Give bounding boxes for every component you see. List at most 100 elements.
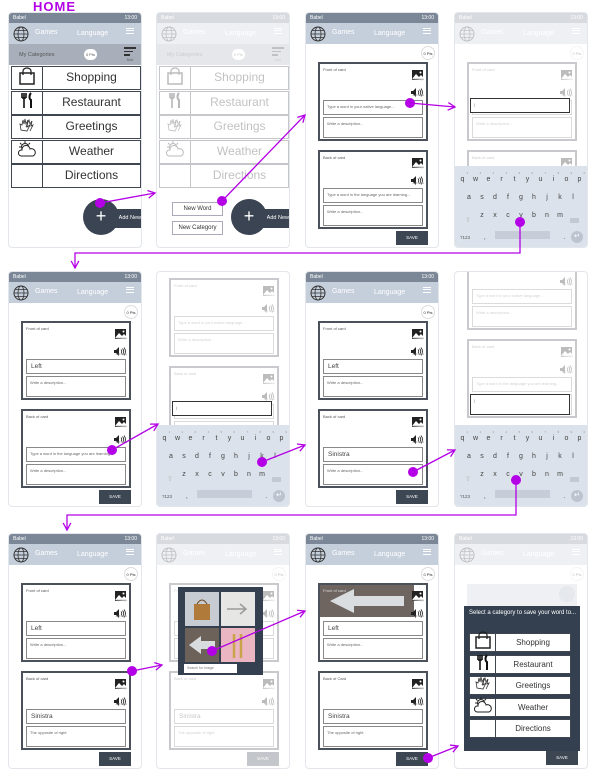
category-row[interactable]: Weather <box>159 139 289 164</box>
key-y[interactable]: y6 <box>223 431 236 442</box>
dialog-save-button[interactable]: SAVE <box>546 751 578 765</box>
native-word-input[interactable]: Type a word in your native language... <box>323 100 423 115</box>
shift-key-icon[interactable]: ⇧ <box>465 475 471 483</box>
learning-word-input[interactable]: | <box>172 401 272 416</box>
hamburger-menu-icon[interactable] <box>572 549 580 555</box>
category-row[interactable]: Greetings <box>11 115 141 139</box>
back-description-input[interactable]: Write a description... <box>26 464 126 485</box>
key-n[interactable]: n <box>541 471 554 478</box>
key-r[interactable]: r4 <box>197 431 210 442</box>
native-word-input[interactable]: Left <box>323 359 423 374</box>
shift-key-icon[interactable]: ⇧ <box>465 216 471 224</box>
key-c[interactable]: c <box>502 212 515 219</box>
key-j[interactable]: j <box>541 453 554 460</box>
hamburger-menu-icon[interactable] <box>274 28 282 34</box>
key-f[interactable]: f <box>502 194 515 201</box>
hamburger-menu-icon[interactable] <box>423 28 431 34</box>
category-row[interactable]: Directions <box>11 164 141 188</box>
hamburger-menu-icon[interactable] <box>126 549 134 555</box>
sort-button[interactable]: Sort <box>272 47 284 62</box>
key-r[interactable]: r4 <box>495 172 508 183</box>
key-q[interactable]: q1 <box>456 172 469 183</box>
hamburger-menu-icon[interactable] <box>423 549 431 555</box>
globe-icon[interactable] <box>13 285 29 303</box>
symbols-key[interactable]: ?123 <box>162 494 172 499</box>
save-button[interactable]: SAVE <box>99 490 131 504</box>
key-s[interactable]: s <box>476 453 489 460</box>
category-option[interactable]: Shopping <box>469 631 571 652</box>
key-q[interactable]: q1 <box>456 431 469 442</box>
category-row[interactable]: Restaurant <box>11 90 141 115</box>
learning-word-input[interactable]: Type a word in the language you are lear… <box>26 447 126 462</box>
utensils-image[interactable] <box>221 628 255 662</box>
category-option[interactable]: Directions <box>469 719 571 738</box>
native-word-input[interactable]: Left <box>26 621 126 636</box>
category-row[interactable]: Weather <box>11 139 141 164</box>
key-z[interactable]: z <box>476 471 489 478</box>
period-key[interactable]: . <box>265 494 267 500</box>
hamburger-menu-icon[interactable] <box>572 28 580 34</box>
key-k[interactable]: k <box>554 453 567 460</box>
learning-word-input[interactable]: Type a word in the language you are lear… <box>472 377 572 392</box>
add-image-icon[interactable] <box>412 67 423 85</box>
new-category-button[interactable]: New Category <box>172 221 223 235</box>
learning-word-input[interactable]: Sinistra <box>323 709 423 724</box>
nav-games[interactable]: Games <box>35 29 58 36</box>
key-n[interactable]: n <box>541 212 554 219</box>
key-e[interactable]: e3 <box>482 172 495 183</box>
native-word-input[interactable]: Type a word in your native language... <box>174 316 274 331</box>
key-k[interactable]: k <box>554 194 567 201</box>
hamburger-menu-icon[interactable] <box>126 287 134 293</box>
add-image-icon[interactable] <box>412 326 423 344</box>
save-button[interactable]: SAVE <box>99 752 131 766</box>
key-x[interactable]: x <box>191 471 204 478</box>
add-image-icon[interactable] <box>263 371 274 389</box>
add-image-icon[interactable] <box>263 588 274 606</box>
nav-language[interactable]: Language <box>77 289 108 296</box>
space-key[interactable] <box>495 490 550 498</box>
key-n[interactable]: n <box>243 471 256 478</box>
key-w[interactable]: w2 <box>469 172 482 183</box>
key-i[interactable]: i8 <box>249 431 262 442</box>
add-image-icon[interactable] <box>263 283 274 301</box>
nav-games[interactable]: Games <box>183 29 206 36</box>
globe-icon[interactable] <box>161 26 177 44</box>
globe-icon[interactable] <box>13 547 29 565</box>
nav-language[interactable]: Language <box>225 30 256 37</box>
hamburger-menu-icon[interactable] <box>274 549 282 555</box>
key-w[interactable]: w2 <box>171 431 184 442</box>
key-u[interactable]: u7 <box>236 431 249 442</box>
category-row[interactable]: Restaurant <box>159 90 289 115</box>
key-e[interactable]: e3 <box>482 431 495 442</box>
nav-language[interactable]: Language <box>374 289 405 296</box>
native-word-input[interactable]: Left <box>26 359 126 374</box>
left-arrow-image[interactable] <box>185 628 219 662</box>
key-o[interactable]: o9 <box>560 172 573 183</box>
save-button[interactable]: SAVE <box>396 752 428 766</box>
key-s[interactable]: s <box>178 453 191 460</box>
period-key[interactable]: . <box>563 235 565 241</box>
add-image-icon[interactable] <box>263 676 274 694</box>
nav-language[interactable]: Language <box>77 30 108 37</box>
add-image-icon[interactable] <box>115 588 126 606</box>
native-word-input[interactable]: Left <box>323 621 423 636</box>
category-row[interactable]: Shopping <box>159 66 289 90</box>
nav-language[interactable]: Language <box>374 551 405 558</box>
shift-key-icon[interactable]: ⇧ <box>167 475 173 483</box>
nav-games[interactable]: Games <box>481 29 504 36</box>
key-d[interactable]: d <box>489 194 502 201</box>
key-t[interactable]: t5 <box>210 431 223 442</box>
backspace-key-icon[interactable] <box>570 218 579 223</box>
nav-games[interactable]: Games <box>332 550 355 557</box>
sort-button[interactable]: Sort <box>124 47 136 62</box>
globe-icon[interactable] <box>459 26 475 44</box>
period-key[interactable]: . <box>563 494 565 500</box>
key-m[interactable]: m <box>554 212 567 219</box>
nav-games[interactable]: Games <box>35 550 58 557</box>
backspace-key-icon[interactable] <box>272 477 281 482</box>
key-m[interactable]: m <box>256 471 269 478</box>
key-q[interactable]: q1 <box>158 431 171 442</box>
nav-language[interactable]: Language <box>523 551 554 558</box>
category-row[interactable]: Greetings <box>159 115 289 139</box>
key-r[interactable]: r4 <box>495 431 508 442</box>
